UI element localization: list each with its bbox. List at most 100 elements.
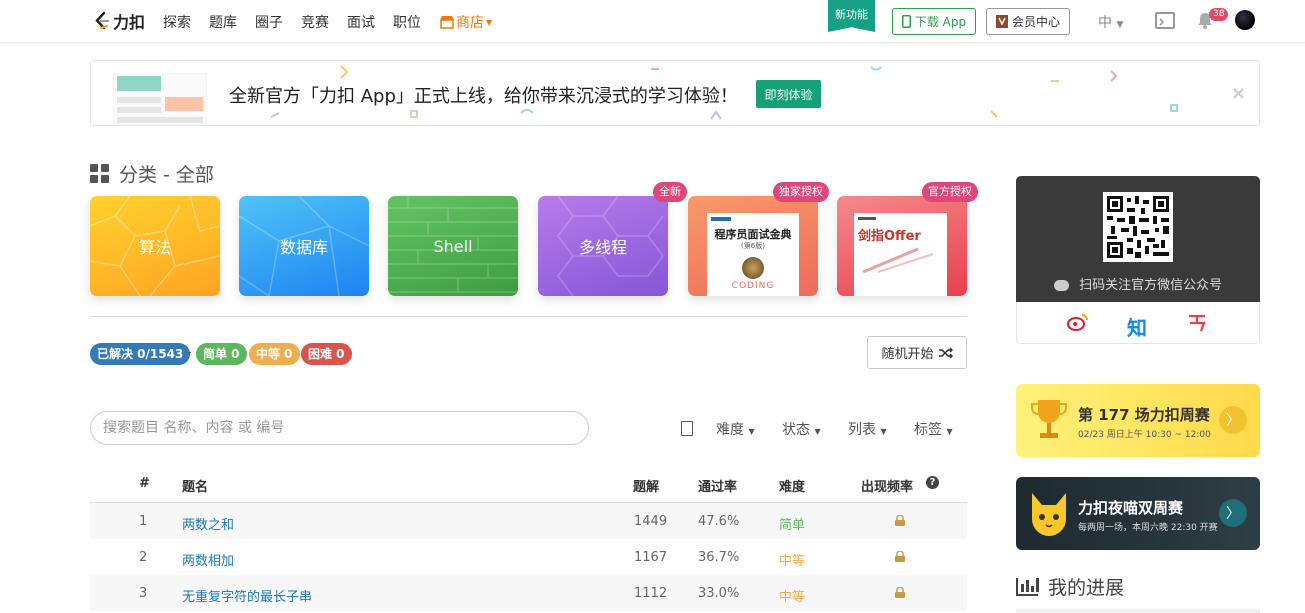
row-difficulty: 中等 [779, 590, 806, 605]
member-icon [995, 15, 1008, 28]
column-header-difficulty[interactable]: 难度 [779, 476, 805, 495]
weekly-contest-card[interactable]: 第 177 场力扣周赛 02/23 周日上午 10:30 ~ 12:00 〉 [1016, 384, 1260, 457]
column-header-title[interactable]: 题名 [182, 476, 208, 495]
language-switcher[interactable]: 中 ▼ [1098, 12, 1123, 32]
problem-title-link[interactable]: 两数之和 [182, 514, 234, 533]
problem-title-link[interactable]: 两数相加 [182, 550, 234, 569]
caret-down-icon: ▼ [880, 427, 887, 436]
filter-label: 标签 [914, 422, 942, 438]
easy-count-badge: 简单 0 [196, 343, 247, 365]
notification-badge: 38 [1209, 8, 1229, 21]
book-bottom-text: CODING [731, 281, 775, 291]
caret-down-icon: ▼ [946, 427, 953, 436]
row-solutions[interactable]: 1112 [634, 586, 667, 601]
column-header-id[interactable]: # [139, 476, 150, 491]
stats-separator: - [187, 345, 192, 360]
problem-search-input[interactable] [90, 411, 589, 445]
progress-divider [1016, 609, 1260, 613]
terminal-glyph [1159, 18, 1165, 26]
wechat-qr-card: 扫码关注官方微信公众号 [1016, 176, 1260, 302]
filter-list[interactable]: 列表 ▼ [848, 419, 887, 439]
book-emblem [742, 257, 764, 279]
member-center-button[interactable]: 会员中心 [986, 8, 1070, 35]
nav-interview[interactable]: 面试 [347, 12, 375, 32]
nav-circle[interactable]: 圈子 [255, 12, 283, 32]
cat-mascot-icon [1032, 493, 1066, 536]
nav-problems[interactable]: 题库 [209, 12, 237, 32]
category-heading: 分类 - 全部 [90, 160, 214, 187]
avatar[interactable] [1235, 10, 1255, 30]
nav-explore[interactable]: 探索 [163, 12, 191, 32]
nav-contest[interactable]: 竞赛 [301, 12, 329, 32]
table-row[interactable]: 1 两数之和 1449 47.6% 简单 [90, 503, 967, 539]
playground-icon[interactable] [1155, 12, 1175, 29]
category-card-cracking-coding-interview[interactable]: 程序员面试金典 (第6版) CODING [688, 196, 818, 296]
help-icon[interactable]: ? [926, 476, 939, 489]
column-header-solutions[interactable]: 题解 [633, 476, 659, 495]
weekly-contest-time: 02/23 周日上午 10:30 ~ 12:00 [1078, 430, 1211, 440]
caret-down-icon: ▼ [748, 427, 755, 436]
leetcode-logo[interactable]: 力扣 [93, 10, 145, 32]
banner-message: 全新官方「力扣 App」正式上线，给你带来沉浸式的学习体验！ [229, 86, 738, 107]
category-label: 算法 [138, 238, 171, 257]
book-cover-ccinterview: 程序员面试金典 (第6版) CODING [707, 213, 799, 296]
toutiao-icon[interactable] [1187, 314, 1207, 332]
category-label: 数据库 [279, 238, 328, 257]
download-app-label: 下载 App [914, 15, 967, 29]
book-edition: (第6版) [741, 242, 765, 250]
category-card-offer[interactable]: 剑指Offer [837, 196, 967, 296]
category-card-concurrency[interactable]: 多线程 [538, 196, 668, 296]
category-card-database[interactable]: 数据库 [239, 196, 369, 296]
leetcode-logo-icon [95, 11, 110, 30]
trophy-icon [1031, 400, 1067, 438]
column-header-frequency[interactable]: 出现频率 [861, 476, 913, 495]
chevron-right-icon[interactable]: 〉 [1219, 406, 1247, 434]
wechat-icon [1053, 280, 1069, 291]
lock-icon [895, 551, 905, 562]
caret-down-icon: ▼ [814, 427, 821, 436]
row-solutions[interactable]: 1449 [634, 514, 667, 529]
filter-status[interactable]: 状态 ▼ [782, 419, 821, 439]
category-label: Shell [433, 236, 473, 256]
row-id: 2 [139, 550, 148, 565]
solved-count-badge: 已解决 0/1543 [90, 343, 191, 365]
new-feature-ribbon[interactable]: 新功能 [828, 0, 875, 32]
chevron-right-icon[interactable]: 〉 [1219, 499, 1247, 527]
document-icon[interactable] [681, 421, 693, 436]
my-progress-heading: 我的进展 [1016, 573, 1124, 600]
shop-icon [440, 15, 454, 29]
filter-label: 难度 [716, 422, 744, 438]
new-feature-label: 新功能 [835, 8, 868, 21]
close-icon[interactable]: × [1231, 83, 1246, 104]
row-solutions[interactable]: 1167 [634, 550, 667, 565]
try-now-button[interactable]: 即刻体验 [756, 80, 821, 108]
zhihu-icon[interactable]: 知 [1127, 312, 1147, 341]
category-label: 多线程 [578, 238, 627, 257]
download-app-button[interactable]: 下载 App [892, 8, 976, 35]
problem-title-link[interactable]: 无重复字符的最长子串 [182, 586, 312, 605]
chevron-down-icon: ▼ [1116, 20, 1124, 30]
row-acceptance: 33.0% [698, 586, 740, 601]
exclusive-license-badge: 独家授权 [773, 182, 829, 202]
table-row[interactable]: 3 无重复字符的最长子串 1112 33.0% 中等 [90, 575, 967, 611]
weibo-icon[interactable] [1067, 313, 1089, 331]
nav-jobs[interactable]: 职位 [393, 12, 421, 32]
column-header-acceptance[interactable]: 通过率 [698, 476, 737, 495]
nav-shop[interactable]: 商店 ▼ [440, 12, 492, 32]
weekly-contest-title: 第 177 场力扣周赛 [1078, 406, 1210, 424]
filter-difficulty[interactable]: 难度 ▼ [716, 419, 755, 439]
row-difficulty: 中等 [779, 554, 806, 569]
category-card-shell[interactable]: Shell [388, 196, 518, 296]
qr-caption-text: 扫码关注官方微信公众号 [1079, 278, 1223, 293]
row-acceptance: 36.7% [698, 550, 740, 565]
table-row[interactable]: 2 两数相加 1167 36.7% 中等 [90, 539, 967, 575]
filter-tags[interactable]: 标签 ▼ [914, 419, 953, 439]
category-card-algorithms[interactable]: 算法 [90, 196, 220, 296]
shuffle-icon [938, 346, 953, 359]
row-id: 1 [139, 514, 148, 529]
section-divider [90, 316, 967, 317]
biweekly-contest-card[interactable]: 力扣夜喵双周赛 每两周一场，本周六晚 22:30 开赛 〉 [1016, 477, 1260, 550]
logo-text: 力扣 [113, 13, 146, 32]
qr-caption: 扫码关注官方微信公众号 [1016, 274, 1260, 293]
random-start-button[interactable]: 随机开始 [867, 336, 967, 369]
